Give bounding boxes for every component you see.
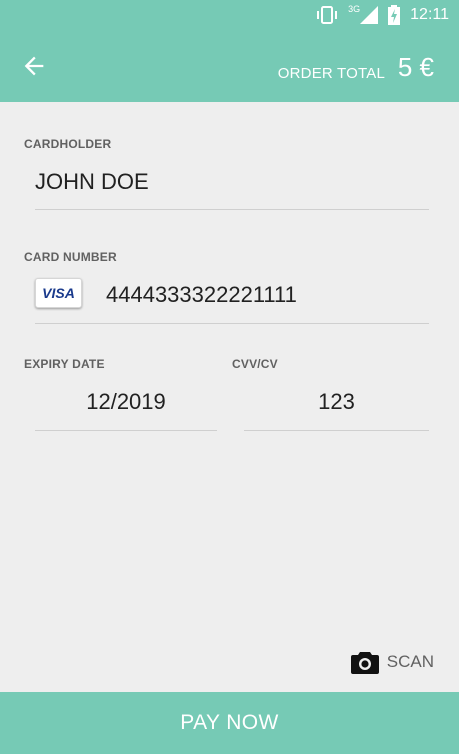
cardholder-underline [35,209,429,210]
arrow-left-icon[interactable] [20,52,48,80]
vibrate-icon [317,6,338,24]
cardholder-label: CARDHOLDER [24,137,112,151]
scan-label: SCAN [386,652,434,671]
card-brand-label: VISA [42,285,75,301]
signal-icon [360,6,379,24]
order-total-label: ORDER TOTAL [277,65,385,82]
card-number-input[interactable]: 4444333322221111 [106,282,297,308]
pay-now-button[interactable]: PAY NOW [0,692,459,754]
scan-button[interactable]: SCAN [350,650,434,674]
app-bar: ORDER TOTAL 5 € [0,30,459,102]
cvv-label: CVV/CV [232,357,278,371]
card-number-label: CARD NUMBER [24,250,117,264]
order-total-value: 5 € [397,52,434,82]
card-number-underline [35,323,429,324]
network-type: 3G [348,4,361,14]
status-bar: 3G 12:11 [0,0,459,30]
battery-charging-icon [388,5,401,25]
cvv-underline [244,430,429,431]
expiry-date-label: EXPIRY DATE [24,357,105,371]
pay-now-label: PAY NOW [180,711,279,734]
cvv-input[interactable]: 123 [244,389,429,415]
expiry-date-underline [35,430,217,431]
expiry-date-input[interactable]: 12/2019 [35,389,217,415]
status-time: 12:11 [410,6,449,23]
cardholder-input[interactable]: JOHN DOE [35,169,149,195]
visa-card-icon: VISA [35,278,82,308]
camera-icon [350,652,379,674]
